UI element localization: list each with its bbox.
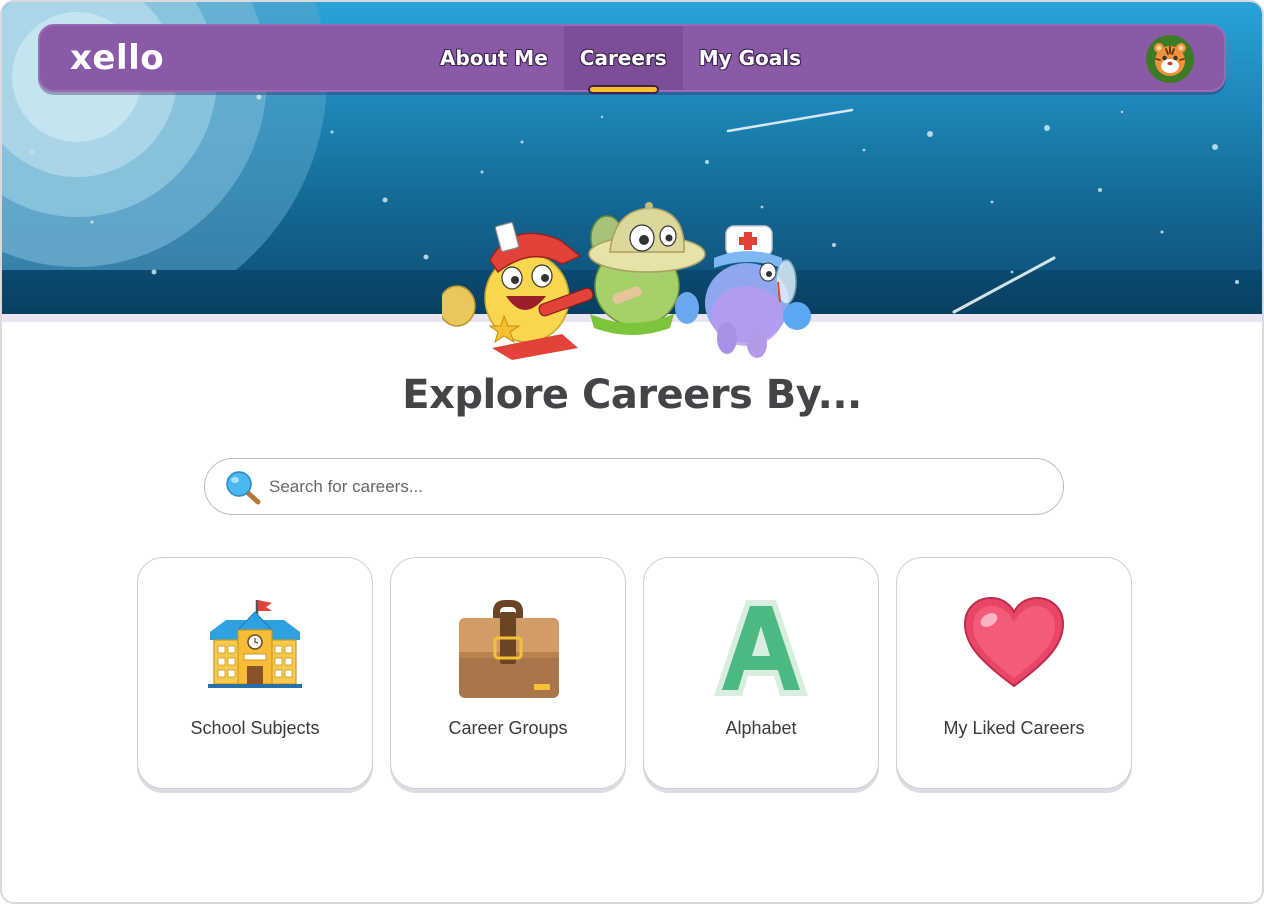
top-nav-bar: xello About Me Careers My Goals xyxy=(38,24,1226,94)
app-window: xello About Me Careers My Goals Explore … xyxy=(0,0,1264,904)
nav-tabs: About Me Careers My Goals xyxy=(424,26,817,94)
firefighter-mascot-icon xyxy=(442,221,594,360)
school-building-icon xyxy=(138,594,372,704)
xello-logo[interactable]: xello xyxy=(70,38,164,78)
card-label: School Subjects xyxy=(190,718,320,738)
search-input[interactable] xyxy=(269,469,1029,505)
tab-about-me[interactable]: About Me xyxy=(424,26,564,90)
active-tab-indicator xyxy=(587,85,659,94)
career-mascots-illustration xyxy=(442,202,811,360)
tab-my-goals[interactable]: My Goals xyxy=(683,26,817,90)
page-title: Explore Careers By... xyxy=(402,372,862,418)
explore-options: School Subjects Career Groups Alphabet M… xyxy=(137,557,1132,793)
search-icon xyxy=(226,471,261,505)
tab-my-goals-label: My Goals xyxy=(698,46,802,70)
tab-careers-label: Careers xyxy=(579,46,667,70)
card-my-liked-careers[interactable]: My Liked Careers xyxy=(896,557,1132,789)
career-search-box[interactable] xyxy=(204,458,1064,515)
card-label: Alphabet xyxy=(725,718,797,738)
card-label: Career Groups xyxy=(448,718,568,738)
tab-careers[interactable]: Careers xyxy=(563,26,683,94)
tab-about-me-label: About Me xyxy=(440,46,548,70)
heart-icon xyxy=(897,594,1131,704)
card-alphabet[interactable]: Alphabet xyxy=(643,557,879,789)
tiger-avatar-icon[interactable] xyxy=(1146,35,1194,83)
card-label: My Liked Careers xyxy=(943,718,1085,738)
briefcase-icon xyxy=(391,594,625,704)
card-career-groups[interactable]: Career Groups xyxy=(390,557,626,789)
card-school-subjects[interactable]: School Subjects xyxy=(137,557,373,789)
letter-a-icon xyxy=(644,594,878,704)
